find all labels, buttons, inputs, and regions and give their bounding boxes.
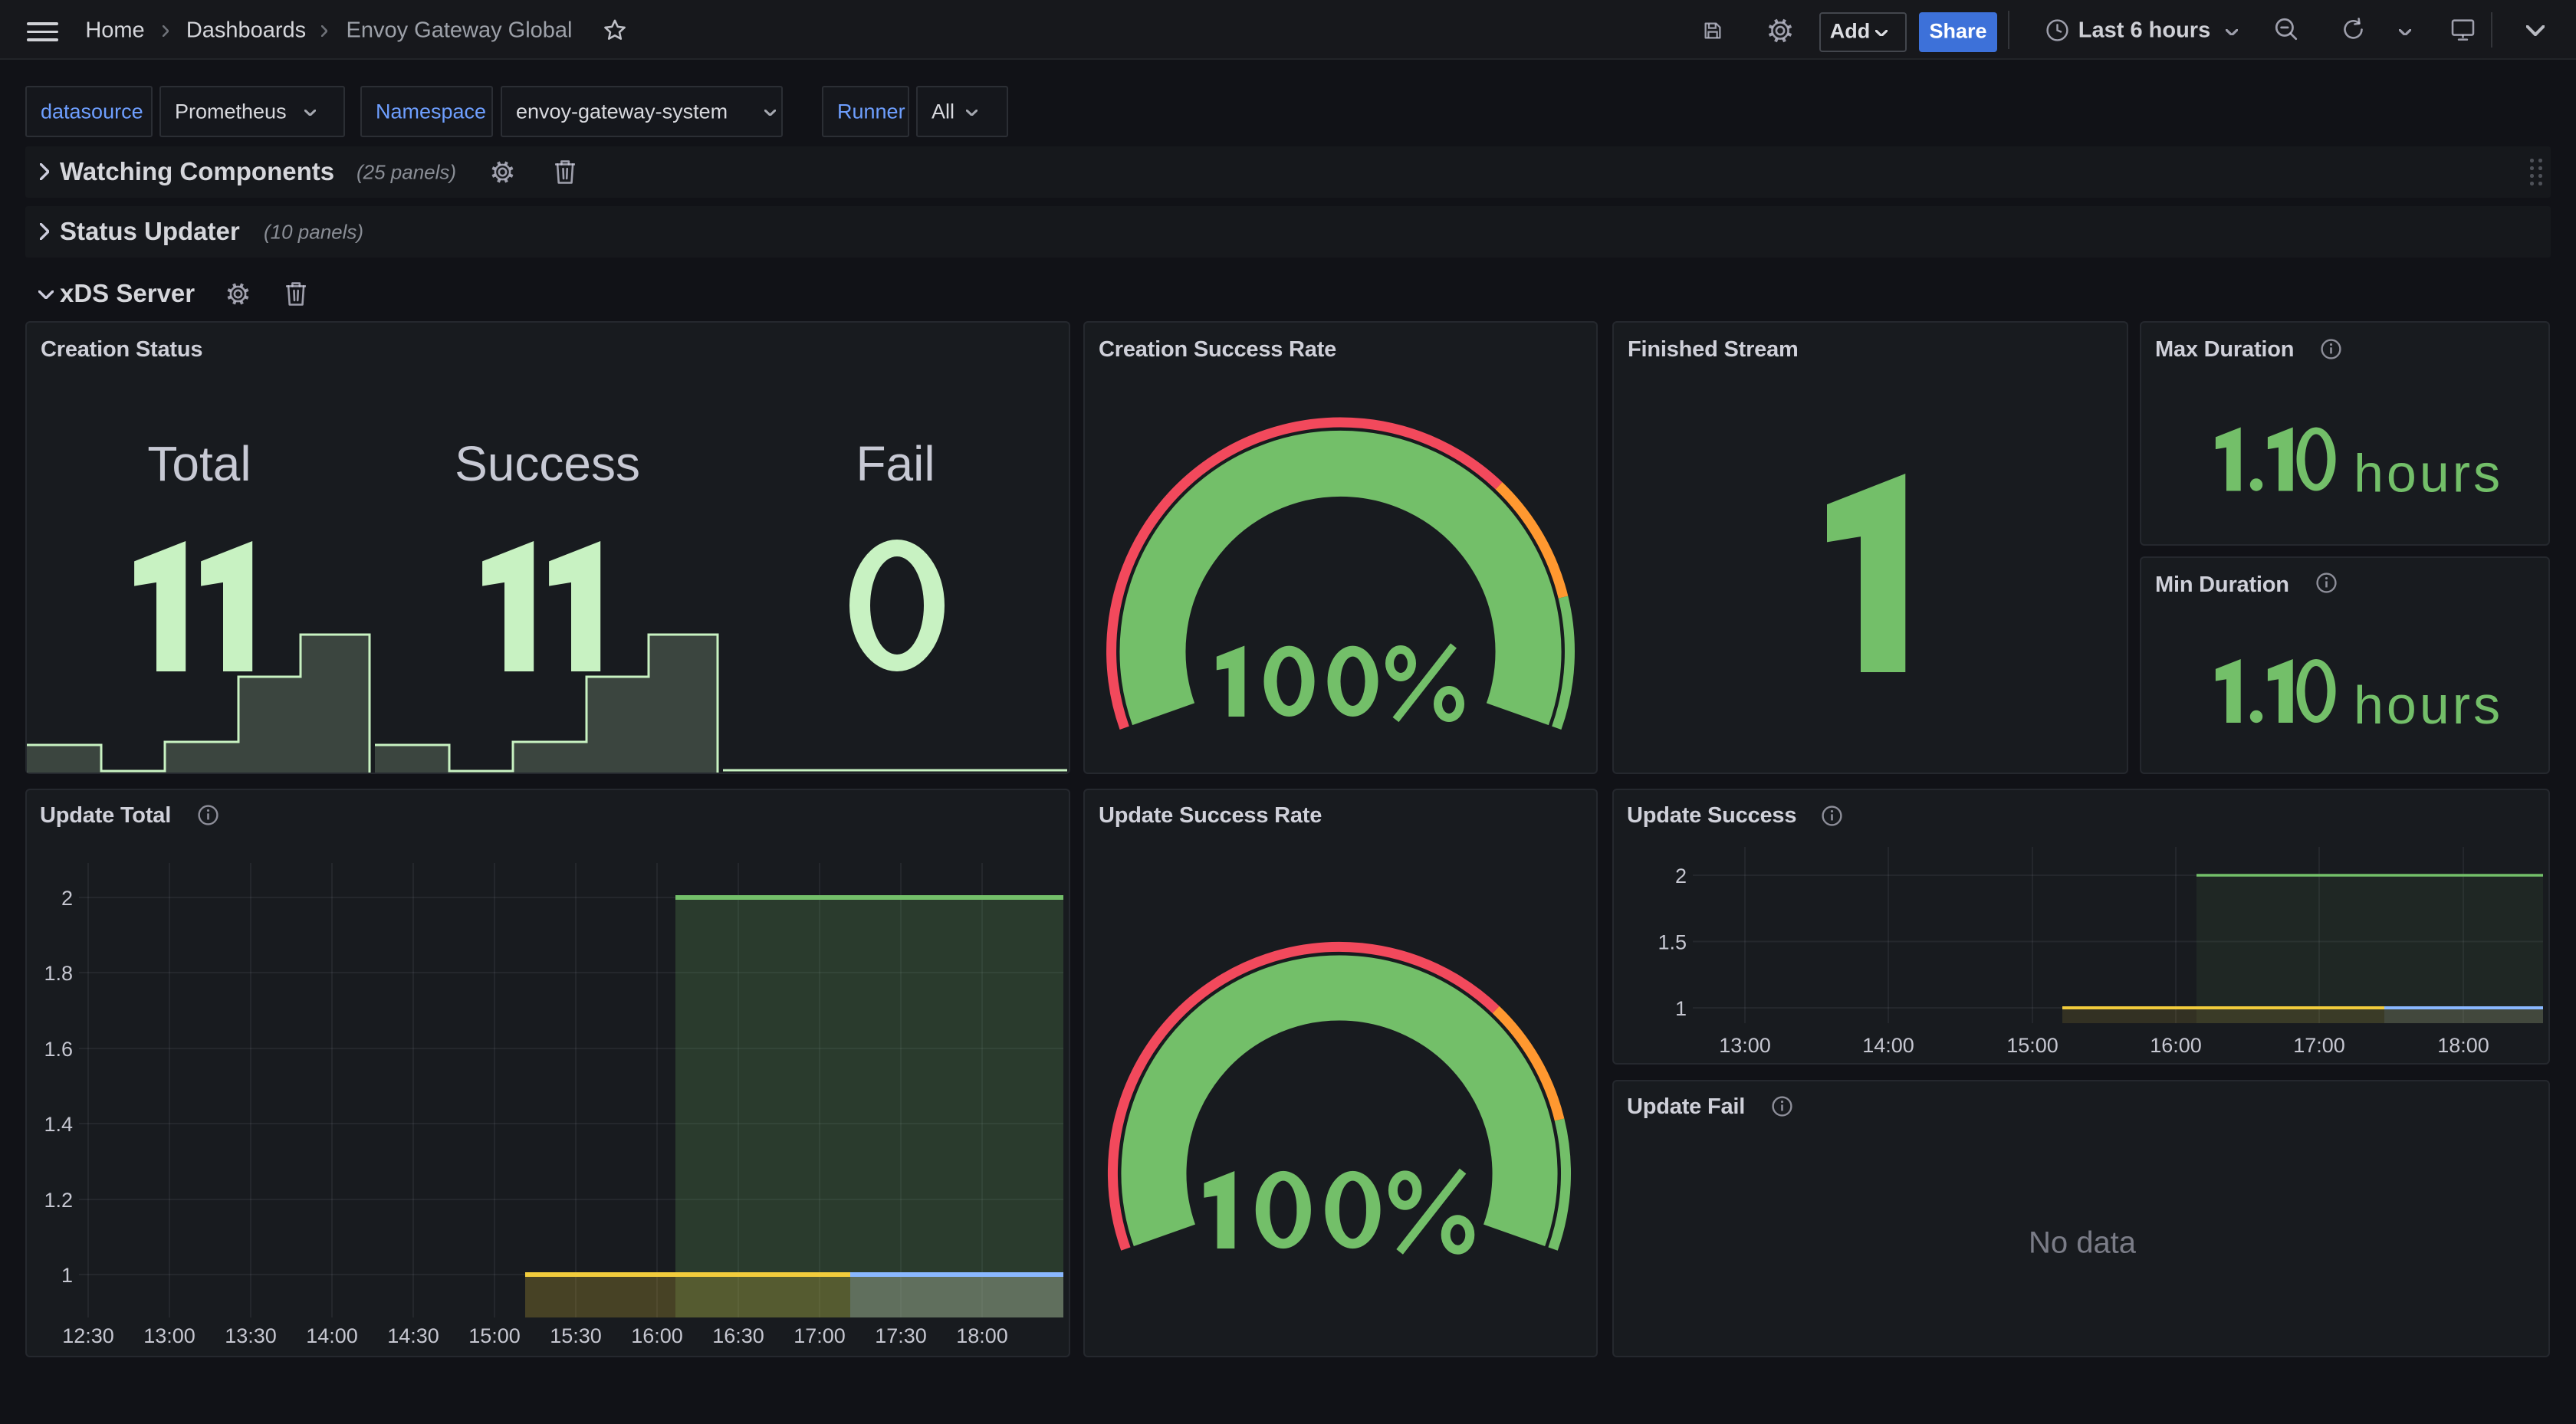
svg-text:16:00: 16:00 [2150, 1034, 2202, 1057]
svg-text:17:00: 17:00 [794, 1324, 846, 1347]
svg-text:17:30: 17:30 [875, 1324, 927, 1347]
svg-text:18:00: 18:00 [2437, 1034, 2489, 1057]
svg-text:hours: hours [2354, 675, 2503, 735]
svg-text:1.5: 1.5 [1658, 931, 1687, 954]
svg-text:2: 2 [1675, 865, 1687, 888]
svg-text:14:30: 14:30 [387, 1324, 439, 1347]
svg-text:hours: hours [2354, 444, 2503, 504]
svg-text:17:00: 17:00 [2293, 1034, 2345, 1057]
svg-text:18:00: 18:00 [956, 1324, 1008, 1347]
svg-text:16:00: 16:00 [631, 1324, 683, 1347]
svg-text:13:00: 13:00 [143, 1324, 196, 1347]
svg-text:1.6: 1.6 [44, 1038, 73, 1061]
svg-text:14:00: 14:00 [306, 1324, 358, 1347]
svg-text:2: 2 [61, 887, 73, 910]
svg-text:13:00: 13:00 [1719, 1034, 1771, 1057]
svg-text:1.4: 1.4 [44, 1113, 73, 1136]
svg-text:16:30: 16:30 [712, 1324, 764, 1347]
svg-text:1: 1 [61, 1264, 73, 1287]
svg-text:12:30: 12:30 [62, 1324, 114, 1347]
svg-text:14:00: 14:00 [1862, 1034, 1914, 1057]
svg-text:1.2: 1.2 [44, 1189, 73, 1212]
svg-text:15:30: 15:30 [550, 1324, 602, 1347]
svg-text:1: 1 [1675, 997, 1687, 1020]
svg-text:1.8: 1.8 [44, 962, 73, 985]
svg-text:15:00: 15:00 [468, 1324, 521, 1347]
svg-text:13:30: 13:30 [225, 1324, 277, 1347]
svg-text:15:00: 15:00 [2006, 1034, 2058, 1057]
